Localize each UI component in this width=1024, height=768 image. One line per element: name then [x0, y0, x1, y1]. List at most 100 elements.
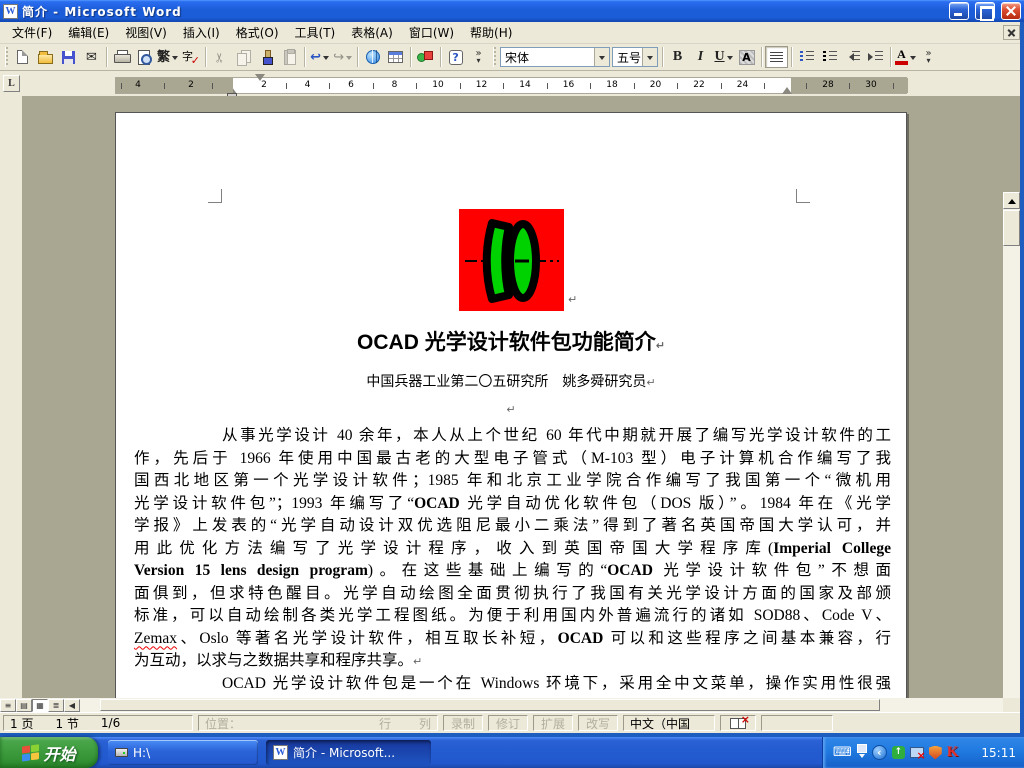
window-title: 简介 - Microsoft Word	[22, 3, 943, 20]
dropdown-caret-icon[interactable]	[727, 56, 733, 63]
new-document-button[interactable]	[11, 46, 34, 68]
taskbar-task-word[interactable]: 简介 - Microsoft...	[266, 740, 431, 765]
toolbar-grip[interactable]	[5, 47, 8, 67]
format-painter-button[interactable]	[255, 46, 278, 68]
hyperlink-button[interactable]	[361, 46, 384, 68]
save-button[interactable]	[57, 46, 80, 68]
paste-icon	[284, 50, 296, 65]
update-tray-icon[interactable]	[892, 746, 905, 759]
distribute-button[interactable]	[765, 46, 788, 68]
bold-button[interactable]: B	[666, 46, 689, 68]
print-preview-button[interactable]	[133, 46, 156, 68]
email-button[interactable]: ✉	[80, 46, 103, 68]
menu-insert[interactable]: 插入(I)	[175, 21, 228, 44]
toolbar-separator	[761, 47, 762, 67]
track-changes-toggle[interactable]: 修订	[488, 715, 528, 731]
toolbar-options-button[interactable]	[467, 46, 490, 68]
toolbar-grip[interactable]	[493, 47, 496, 67]
maximize-button[interactable]	[975, 2, 995, 20]
font-size-combo-dropdown[interactable]	[642, 48, 657, 66]
record-macro-toggle[interactable]: 录制	[443, 715, 483, 731]
body-text-segment: 为互动，以求与之数据共享和程序共享。	[134, 652, 413, 669]
bullets-button[interactable]	[818, 46, 841, 68]
spelling-button[interactable]	[179, 46, 202, 68]
document-page[interactable]: ↵ OCAD 光学设计软件包功能简介↵ 中国兵器工业第二〇五研究所 姚多舜研究员…	[115, 112, 907, 698]
keyboard-tray-icon[interactable]: ⌨	[833, 746, 852, 759]
ruler-number: 2	[188, 80, 194, 90]
web-layout-view-button[interactable]: ▤	[16, 699, 32, 712]
scroll-up-button[interactable]	[1003, 192, 1020, 209]
font-color-button[interactable]	[894, 46, 917, 68]
minimize-button[interactable]	[949, 2, 969, 20]
ruler-tick	[806, 83, 807, 89]
dropdown-caret-icon[interactable]	[346, 56, 352, 63]
increase-indent-button[interactable]	[864, 46, 887, 68]
overtype-toggle[interactable]: 改写	[578, 715, 618, 731]
menu-view[interactable]: 视图(V)	[117, 21, 175, 44]
body-text-segment: 用此优化方法编写了光学设计程序，收入到英国帝国大学程序库(	[134, 540, 773, 557]
normal-view-button[interactable]: ≡	[0, 699, 16, 712]
help-button[interactable]	[444, 46, 467, 68]
scroll-left-button[interactable]: ◀	[64, 699, 80, 712]
dropdown-caret-icon[interactable]	[910, 56, 916, 63]
body-text-segment: 光学设计软件包”；1993 年编写了“	[134, 495, 414, 512]
body-text-segment: 面俱到，但求特色醒目。光学自动绘图全面贯彻执行了我国有关光学设计方面的国家及部颁	[134, 585, 891, 602]
horizontal-ruler: 42246810121416182022242830	[115, 77, 907, 94]
menu-table[interactable]: 表格(A)	[343, 21, 401, 44]
taskbar-task-hdrive[interactable]: H:\	[108, 740, 258, 765]
network-tray-icon[interactable]	[910, 747, 924, 758]
kingsoft-tray-icon[interactable]: K	[947, 745, 959, 760]
ocad-logo-image[interactable]	[459, 209, 564, 311]
document-close-icon[interactable]	[1003, 25, 1020, 40]
dropdown-caret-icon[interactable]	[172, 56, 178, 63]
horizontal-scrollbar[interactable]: ≡▤▦≣◀	[0, 698, 1003, 712]
menu-file[interactable]: 文件(F)	[4, 21, 60, 44]
char-shading-icon	[739, 50, 755, 65]
toolbar-separator	[890, 47, 891, 67]
font-name-combo[interactable]: 宋体	[500, 47, 610, 67]
drawing-button[interactable]	[414, 46, 437, 68]
chinese-convert-button[interactable]: 繁	[156, 46, 179, 68]
ruler-tick	[460, 83, 461, 89]
open-button[interactable]	[34, 46, 57, 68]
font-size-combo[interactable]: 五号	[612, 47, 658, 67]
menu-edit[interactable]: 编辑(E)	[60, 21, 117, 44]
hide-icons-button[interactable]	[872, 745, 887, 760]
ruler-number: 22	[693, 80, 704, 90]
decrease-indent-button[interactable]	[841, 46, 864, 68]
close-button[interactable]	[1001, 2, 1021, 20]
vertical-scrollbar[interactable]	[1003, 192, 1020, 698]
menu-format[interactable]: 格式(O)	[228, 21, 287, 44]
body-line: 为互动，以求与之数据共享和程序共享。↵	[134, 650, 891, 673]
dropdown-caret-icon[interactable]	[323, 56, 329, 63]
toolbar-options-button-2[interactable]	[917, 46, 940, 68]
font-name-combo-dropdown[interactable]	[594, 48, 609, 66]
print-layout-view-button[interactable]: ▦	[32, 699, 48, 712]
start-button[interactable]: 开始	[0, 737, 98, 768]
ruler-number: 14	[519, 80, 530, 90]
char-shading-button[interactable]	[735, 46, 758, 68]
body-line: 光学设计软件包”；1993 年编写了“OCAD 光学自动优化软件包（DOS 版）…	[134, 493, 891, 516]
tab-selector-button[interactable]	[3, 75, 20, 92]
insert-table-button[interactable]	[384, 46, 407, 68]
print-button[interactable]	[110, 46, 133, 68]
underline-button[interactable]: U	[712, 46, 735, 68]
antivirus-tray-icon[interactable]	[929, 746, 942, 760]
hscrollbar-thumb[interactable]	[100, 699, 880, 711]
menu-window[interactable]: 窗口(W)	[401, 21, 462, 44]
language-bar-icon[interactable]	[857, 744, 867, 761]
menu-bar: 文件(F)编辑(E)视图(V)插入(I)格式(O)工具(T)表格(A)窗口(W)…	[0, 22, 1024, 44]
italic-button[interactable]: I	[689, 46, 712, 68]
undo-button[interactable]: ↩	[308, 46, 331, 68]
windows-flag-icon	[22, 745, 30, 753]
extend-selection-toggle[interactable]: 扩展	[533, 715, 573, 731]
numbering-button[interactable]	[795, 46, 818, 68]
scrollbar-thumb[interactable]	[1003, 210, 1020, 246]
spelling-status-panel[interactable]	[720, 715, 756, 731]
menu-tools[interactable]: 工具(T)	[287, 21, 344, 44]
outline-view-button[interactable]: ≣	[48, 699, 64, 712]
body-text[interactable]: 从事光学设计 40 余年，本人从上个世纪 60 年代中期就开展了编写光学设计软件…	[134, 425, 891, 695]
ruler-tick	[677, 83, 678, 89]
body-text-segment: Version 15 lens design program	[134, 562, 368, 579]
menu-help[interactable]: 帮助(H)	[462, 21, 520, 44]
